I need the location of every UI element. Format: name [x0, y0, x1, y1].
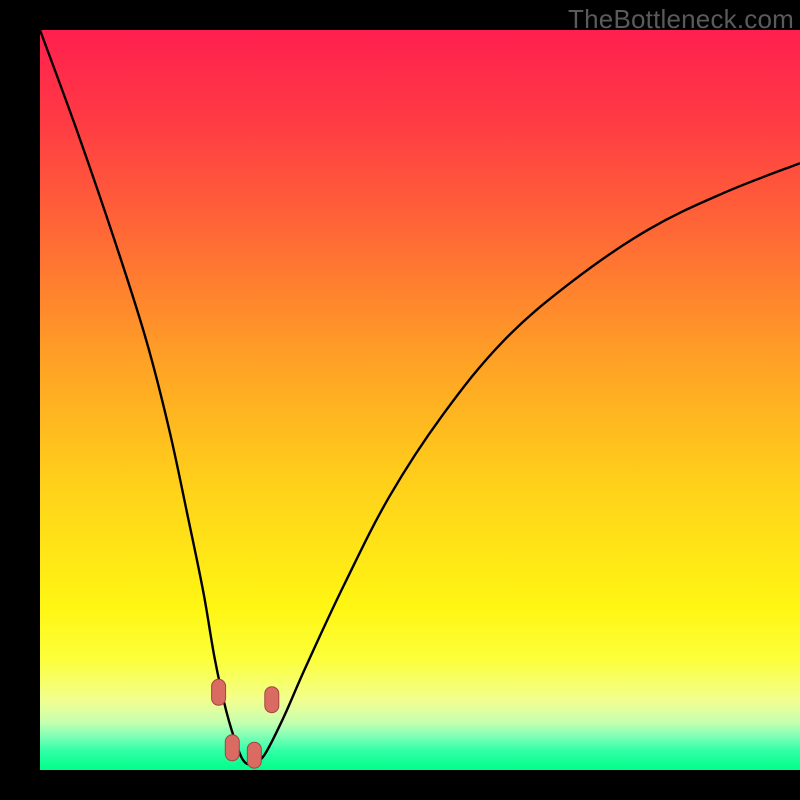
- plot-area: [40, 30, 800, 770]
- curve-marker: [212, 679, 226, 705]
- bottleneck-curve: [40, 30, 800, 764]
- curve-marker: [225, 735, 239, 761]
- curve-layer: [40, 30, 800, 770]
- curve-marker: [247, 742, 261, 768]
- chart-frame: TheBottleneck.com: [0, 0, 800, 800]
- curve-marker: [265, 687, 279, 713]
- marker-group: [212, 679, 279, 768]
